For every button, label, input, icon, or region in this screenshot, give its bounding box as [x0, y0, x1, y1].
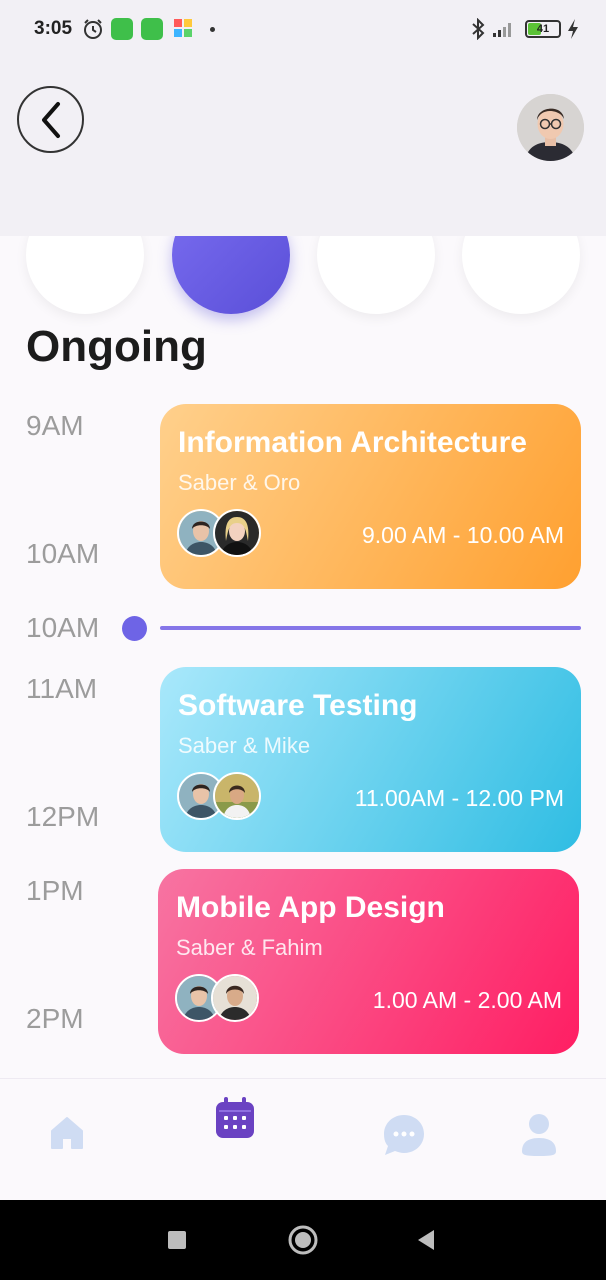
header-background [0, 60, 606, 236]
session-card[interactable]: Mobile App Design Saber & Fahim 1.00 AM … [158, 869, 579, 1054]
avatar-image [517, 94, 584, 161]
current-time-dot [122, 616, 147, 641]
profile-icon[interactable] [520, 1113, 558, 1157]
time-label: 11AM [26, 673, 98, 704]
participant-avatar [211, 974, 259, 1022]
notification-dot [210, 27, 215, 32]
square-icon[interactable] [167, 1230, 187, 1250]
circle-icon[interactable] [287, 1224, 319, 1256]
back-button[interactable] [17, 86, 84, 153]
calendar-icon[interactable] [215, 1097, 255, 1139]
participant-avatar [213, 509, 261, 557]
home-icon[interactable] [49, 1115, 85, 1151]
bluetooth-icon [472, 18, 485, 40]
puzzle-icon [174, 19, 192, 37]
charging-icon [568, 19, 578, 39]
user-avatar[interactable] [517, 94, 584, 161]
triangle-back-icon[interactable] [416, 1229, 436, 1251]
session-time: 11.00AM - 12.00 PM [354, 785, 564, 811]
participant-avatar [213, 772, 261, 820]
session-time: 1.00 AM - 2.00 AM [372, 987, 562, 1013]
session-participants: Saber & Oro [178, 470, 301, 495]
current-time-label: 10AM [26, 612, 100, 643]
signal-icon [493, 23, 511, 37]
time-label: 2PM [26, 1003, 84, 1034]
alarm-icon [84, 19, 102, 39]
status-bar: 3:05 41 [0, 0, 606, 60]
time-label: 12PM [26, 801, 100, 832]
session-title: Software Testing [178, 689, 418, 722]
session-card[interactable]: Software Testing Saber & Mike 11.00AM - … [160, 667, 581, 852]
system-navigation-bar [0, 1200, 606, 1280]
session-title: Information Architecture [178, 426, 527, 459]
session-card[interactable]: Information Architecture Saber & Oro 9.0… [160, 404, 581, 589]
time-label: 1PM [26, 875, 84, 906]
session-participants: Saber & Fahim [176, 935, 323, 960]
bottom-navigation [0, 1078, 606, 1200]
page-title: Ongoing [26, 322, 207, 371]
time-label: 9AM [26, 410, 84, 441]
session-participants: Saber & Mike [178, 733, 311, 758]
session-time: 9.00 AM - 10.00 AM [361, 522, 564, 548]
session-title: Mobile App Design [176, 891, 445, 924]
app-icon [111, 18, 133, 40]
chat-icon[interactable] [382, 1113, 426, 1157]
battery-icon: 41 [525, 20, 561, 38]
app-icon [141, 18, 163, 40]
status-time: 3:05 [34, 18, 73, 39]
current-time-line [160, 626, 581, 630]
chevron-left-icon [41, 101, 60, 138]
battery-level: 41 [536, 23, 550, 35]
time-label: 10AM [26, 538, 100, 569]
